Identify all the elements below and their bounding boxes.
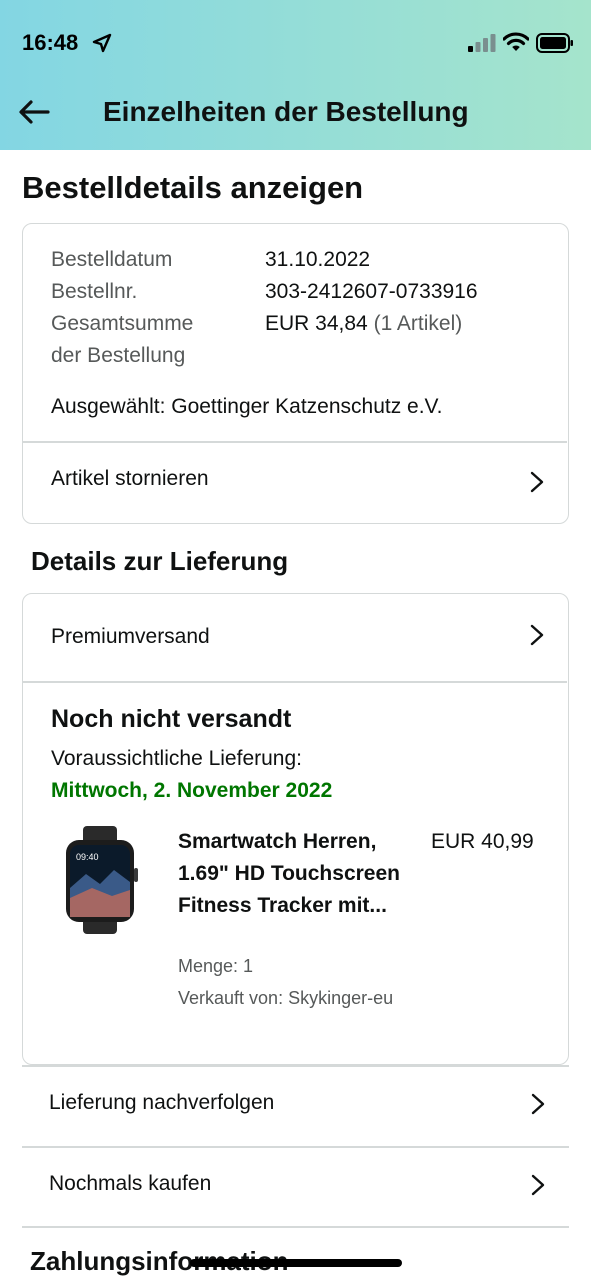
watch-time: 09:40 <box>76 852 99 862</box>
charity-selection: Ausgewählt: Goettinger Katzenschutz e.V. <box>51 395 443 418</box>
chevron-right-icon <box>531 1174 545 1196</box>
order-date-value: 31.10.2022 <box>265 248 371 271</box>
expected-delivery-date: Mittwoch, 2. November 2022 <box>51 779 333 802</box>
shipping-method-label: Premiumversand <box>51 625 210 648</box>
shipping-method-row[interactable]: Premiumversand <box>23 594 567 681</box>
cancel-items-label: Artikel stornieren <box>51 467 209 490</box>
product-seller: Verkauft von: Skykinger-eu <box>178 988 394 1008</box>
shipment-status: Noch nicht versandt <box>51 705 292 733</box>
divider <box>22 1226 569 1228</box>
expected-delivery-label: Voraussichtliche Lieferung: <box>51 747 302 770</box>
product-quantity: Menge: 1 <box>178 956 254 976</box>
status-time: 16:48 <box>22 30 79 55</box>
chevron-right-icon <box>530 471 544 493</box>
location-arrow-icon <box>92 33 112 53</box>
back-button[interactable] <box>14 92 54 132</box>
order-total-items: (1 Artikel) <box>373 312 463 335</box>
order-date-label: Bestelldatum <box>51 248 173 271</box>
page-heading: Bestelldetails anzeigen <box>22 170 364 205</box>
battery-icon <box>536 33 573 53</box>
order-total-label-line2: der Bestellung <box>51 344 186 367</box>
chevron-right-icon <box>531 1093 545 1115</box>
chevron-right-icon <box>530 624 544 646</box>
order-total-value: EUR 34,84 (1 Artikel) <box>265 308 462 340</box>
delivery-card: Premiumversand Noch nicht versandt Vorau… <box>22 593 569 1065</box>
order-number-value: 303-2412607-0733916 <box>265 280 478 303</box>
buy-again-label: Nochmals kaufen <box>49 1172 212 1195</box>
order-number-label: Bestellnr. <box>51 280 138 303</box>
order-total-label-line1: Gesamtsumme <box>51 312 194 335</box>
order-total-label: Gesamtsumme der Bestellung <box>51 308 193 372</box>
track-delivery-label: Lieferung nachverfolgen <box>49 1091 275 1114</box>
product-title[interactable]: Smartwatch Herren, 1.69" HD Touchscreen … <box>178 826 418 922</box>
cellular-signal-icon <box>468 34 496 52</box>
buy-again-row[interactable]: Nochmals kaufen <box>22 1148 569 1227</box>
order-summary-card: Bestelldatum 31.10.2022 Bestellnr. 303-2… <box>22 223 569 524</box>
product-price: EUR 40,99 <box>431 830 534 853</box>
arrow-left-icon <box>19 100 50 124</box>
app-header: 16:48 Einzelheiten der Bestellung <box>0 0 591 150</box>
product-image[interactable]: 09:40 <box>56 826 144 936</box>
divider <box>23 681 567 683</box>
nav-title: Einzelheiten der Bestellung <box>103 96 469 127</box>
home-indicator[interactable] <box>190 1259 402 1267</box>
cancel-items-row[interactable]: Artikel stornieren <box>23 443 567 523</box>
order-total-amount: EUR 34,84 <box>265 312 368 335</box>
delivery-section-title: Details zur Lieferung <box>31 546 289 576</box>
wifi-icon <box>503 32 529 51</box>
track-delivery-row[interactable]: Lieferung nachverfolgen <box>22 1067 569 1146</box>
